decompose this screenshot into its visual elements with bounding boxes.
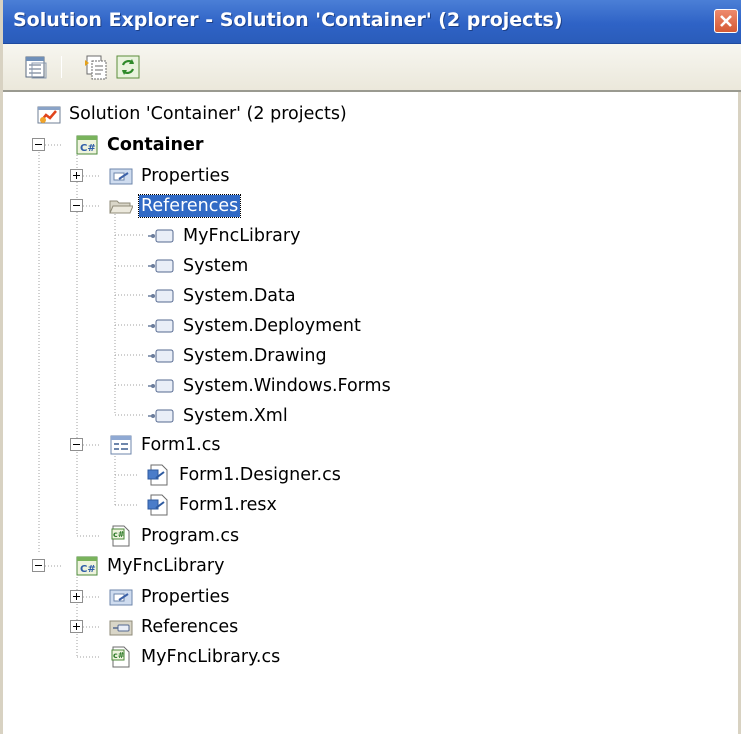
tree-node-reference[interactable]: System.Data (147, 282, 298, 310)
tree-node-reference[interactable]: System (147, 252, 250, 280)
csharp-file-icon: c# (111, 525, 130, 547)
reference-label: System (183, 256, 249, 276)
tree-node-project-myfnclibrary[interactable]: C# MyFncLibrary (75, 552, 226, 580)
tree-node-program[interactable]: c# Program.cs (109, 522, 241, 550)
tree-node-properties[interactable]: Properties (109, 162, 231, 190)
csharp-project-icon: C# (76, 135, 98, 155)
tree-node-solution[interactable]: Solution 'Container' (2 projects) (37, 100, 349, 128)
tree-node-form1-designer[interactable]: Form1.Designer.cs (147, 461, 343, 489)
assembly-reference-icon (148, 409, 174, 423)
reference-label: System.Drawing (183, 346, 327, 366)
tree-node-references[interactable]: References (109, 613, 240, 641)
tree-node-reference[interactable]: System.Windows.Forms (147, 372, 393, 400)
solution-tree: Solution 'Container' (2 projects) C# Con… (3, 92, 738, 734)
source-file-label: MyFncLibrary.cs (141, 647, 281, 667)
tree-node-myfnclibrary-cs[interactable]: c# MyFncLibrary.cs (109, 643, 282, 671)
window-title: Solution Explorer - Solution 'Container'… (13, 9, 563, 31)
assembly-reference-icon (148, 229, 174, 243)
references-label: References (137, 194, 242, 218)
svg-text:C#: C# (80, 143, 96, 154)
svg-text:c#: c# (113, 530, 125, 539)
toolbar (3, 44, 741, 92)
designer-file-icon (147, 464, 168, 486)
references-label: References (141, 617, 239, 637)
show-all-files-icon (85, 55, 107, 80)
svg-text:C#: C# (80, 564, 96, 575)
assembly-reference-icon (148, 379, 174, 393)
tree-node-properties[interactable]: Properties (109, 583, 231, 611)
form1-label: Form1.cs (141, 435, 221, 455)
assembly-reference-icon (148, 259, 174, 273)
assembly-reference-icon (148, 289, 174, 303)
resource-file-icon (147, 494, 168, 516)
close-button[interactable] (714, 9, 738, 33)
properties-button[interactable] (23, 54, 49, 80)
toolbar-separator (61, 56, 62, 78)
expander-references-2[interactable] (70, 620, 83, 633)
properties-label: Properties (141, 166, 230, 186)
program-label: Program.cs (141, 526, 240, 546)
properties-folder-icon (109, 168, 133, 185)
solution-icon (37, 106, 61, 124)
open-folder-icon (109, 200, 133, 214)
svg-text:c#: c# (113, 651, 125, 660)
tree-node-project-container[interactable]: C# Container (75, 131, 205, 159)
project-label: Container (107, 135, 204, 155)
csharp-project-icon: C# (76, 556, 98, 576)
expander-container[interactable] (32, 138, 45, 151)
csharp-file-icon: c# (111, 646, 130, 668)
tree-node-reference[interactable]: System.Drawing (147, 342, 329, 370)
tree-node-reference[interactable]: System.Xml (147, 402, 290, 430)
tree-node-reference[interactable]: System.Deployment (147, 312, 363, 340)
reference-label: System.Xml (183, 406, 288, 426)
properties-label: Properties (141, 587, 230, 607)
reference-label: System.Data (183, 286, 296, 306)
form1-designer-label: Form1.Designer.cs (179, 465, 341, 485)
expander-myfnclibrary[interactable] (32, 559, 45, 572)
refresh-icon (116, 55, 140, 79)
refresh-button[interactable] (115, 54, 141, 80)
show-all-files-button[interactable] (83, 54, 109, 80)
expander-properties-2[interactable] (70, 590, 83, 603)
tree-node-reference[interactable]: MyFncLibrary (147, 222, 302, 250)
assembly-reference-icon (148, 319, 174, 333)
reference-label: System.Windows.Forms (183, 376, 391, 396)
expander-properties[interactable] (70, 169, 83, 182)
title-bar: Solution Explorer - Solution 'Container'… (3, 0, 741, 44)
project-label: MyFncLibrary (107, 556, 225, 576)
tree-node-references[interactable]: References (109, 192, 242, 220)
references-folder-icon (109, 620, 133, 636)
properties-icon (25, 56, 47, 79)
tree-node-form1-resx[interactable]: Form1.resx (147, 491, 279, 519)
reference-label: System.Deployment (183, 316, 361, 336)
form-icon (110, 435, 132, 455)
assembly-reference-icon (148, 349, 174, 363)
properties-folder-icon (109, 589, 133, 606)
reference-label: MyFncLibrary (183, 226, 301, 246)
close-icon (720, 15, 732, 27)
solution-explorer-window: Solution Explorer - Solution 'Container'… (0, 0, 741, 734)
tree-node-form1[interactable]: Form1.cs (109, 431, 223, 459)
form1-resx-label: Form1.resx (179, 495, 277, 515)
solution-label: Solution 'Container' (2 projects) (69, 104, 347, 124)
expander-form1[interactable] (70, 438, 83, 451)
expander-references[interactable] (70, 199, 83, 212)
